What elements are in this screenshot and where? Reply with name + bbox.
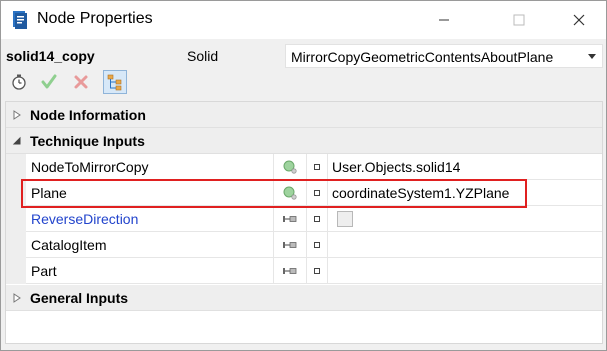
property-name-cell: ReverseDirection xyxy=(26,206,274,232)
apply-button[interactable] xyxy=(37,70,61,94)
property-name: CatalogItem xyxy=(31,237,107,253)
property-value-cell[interactable] xyxy=(328,258,602,284)
row-marker[interactable] xyxy=(307,180,328,206)
pin-button[interactable] xyxy=(274,206,307,232)
section-label: Node Information xyxy=(30,107,146,123)
object-picker-icon xyxy=(283,160,297,174)
toolbar xyxy=(1,69,606,97)
pin-button[interactable] xyxy=(274,232,307,258)
pin-button[interactable] xyxy=(274,258,307,284)
property-value-cell[interactable] xyxy=(328,206,602,232)
maximize-button[interactable] xyxy=(496,1,542,39)
section-label: General Inputs xyxy=(30,290,129,306)
property-value: User.Objects.solid14 xyxy=(332,159,461,175)
row-marker[interactable] xyxy=(307,232,328,258)
property-name: Plane xyxy=(31,185,67,201)
row-marker[interactable] xyxy=(307,258,328,284)
close-button[interactable] xyxy=(556,1,602,39)
section-label: Technique Inputs xyxy=(30,133,145,149)
property-row[interactable]: ReverseDirection xyxy=(6,206,602,232)
timer-button[interactable] xyxy=(7,70,31,94)
window-title: Node Properties xyxy=(37,10,153,27)
x-icon xyxy=(74,75,88,89)
property-value-cell[interactable]: coordinateSystem1.YZPlane xyxy=(328,180,602,206)
property-row[interactable]: Part xyxy=(6,258,602,284)
property-row[interactable]: Plane coordinateSystem1.YZPlane xyxy=(6,180,602,206)
expand-arrow-icon[interactable] xyxy=(12,293,22,303)
minimize-button[interactable] xyxy=(421,1,467,39)
property-value-cell[interactable] xyxy=(328,232,602,258)
property-value: coordinateSystem1.YZPlane xyxy=(332,185,510,201)
row-marker[interactable] xyxy=(307,206,328,232)
property-row[interactable]: NodeToMirrorCopy User.Objects.solid14 xyxy=(6,154,602,180)
reverse-direction-checkbox[interactable] xyxy=(337,211,353,227)
node-type: Solid xyxy=(187,48,219,64)
pin-icon xyxy=(283,215,297,222)
node-header: solid14_copy Solid MirrorCopyGeometricCo… xyxy=(1,39,606,71)
property-grid: Node Information Technique Inputs NodeTo… xyxy=(5,101,603,344)
object-picker-icon xyxy=(283,186,297,200)
checkmark-icon xyxy=(41,74,57,89)
property-row[interactable]: CatalogItem xyxy=(6,232,602,258)
expand-arrow-icon[interactable] xyxy=(12,110,22,120)
property-name: NodeToMirrorCopy xyxy=(31,159,149,175)
stopwatch-icon xyxy=(12,74,26,90)
object-picker-button[interactable] xyxy=(274,180,307,206)
property-name-cell: CatalogItem xyxy=(26,232,274,258)
object-picker-button[interactable] xyxy=(274,154,307,180)
hierarchy-icon xyxy=(107,74,122,91)
node-name: solid14_copy xyxy=(6,48,95,64)
collapse-arrow-icon[interactable] xyxy=(12,136,22,146)
section-technique-inputs[interactable]: Technique Inputs xyxy=(6,128,602,154)
app-icon xyxy=(11,10,29,30)
node-properties-window: Node Properties solid14_copy Solid Mirro… xyxy=(0,0,607,351)
property-value-cell[interactable]: User.Objects.solid14 xyxy=(328,154,602,180)
title-bar: Node Properties xyxy=(1,1,606,39)
technique-dropdown[interactable]: MirrorCopyGeometricContentsAboutPlane xyxy=(285,44,603,68)
technique-dropdown-value: MirrorCopyGeometricContentsAboutPlane xyxy=(291,49,554,65)
property-name-cell: Plane xyxy=(26,180,274,206)
property-name-cell: NodeToMirrorCopy xyxy=(26,154,274,180)
row-marker[interactable] xyxy=(307,154,328,180)
section-node-information[interactable]: Node Information xyxy=(6,102,602,128)
pin-icon xyxy=(283,241,297,248)
cancel-button[interactable] xyxy=(69,70,93,94)
property-name-cell: Part xyxy=(26,258,274,284)
tree-view-button[interactable] xyxy=(103,70,127,94)
property-name: ReverseDirection xyxy=(31,211,139,227)
property-name: Part xyxy=(31,263,57,279)
pin-icon xyxy=(283,267,297,274)
section-general-inputs[interactable]: General Inputs xyxy=(6,285,602,311)
chevron-down-icon[interactable] xyxy=(588,54,596,59)
